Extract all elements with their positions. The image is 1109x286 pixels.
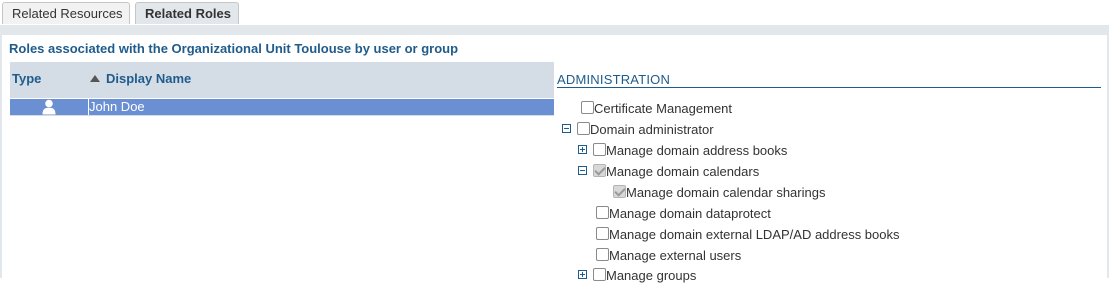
sort-ascending-icon (90, 75, 100, 82)
grid-bottom-border (10, 115, 554, 116)
tab-related-resources[interactable]: Related Resources (2, 2, 130, 24)
display-name-cell: John Doe (89, 99, 145, 114)
tree-item-label: Manage external users (609, 248, 742, 263)
tree-item-label: Domain administrator (590, 122, 714, 137)
column-header-display-name-label: Display Name (106, 71, 192, 86)
tab-bar: Related Resources Related Roles (0, 0, 1109, 26)
column-header-display-name[interactable]: Display Name (90, 62, 191, 98)
tree-item-label: Manage groups (606, 268, 697, 283)
tab-panel-top-border (0, 25, 1109, 35)
tree-item-label: Certificate Management (594, 101, 733, 116)
collapse-icon[interactable] (578, 166, 587, 175)
roles-grid-header: Type Display Name (10, 62, 554, 98)
domain-administrator-checkbox[interactable] (577, 122, 590, 135)
administration-header: ADMINISTRATION (557, 72, 1101, 88)
user-icon (42, 99, 56, 115)
manage-domain-calendars-checkbox[interactable] (593, 164, 606, 177)
manage-domain-external-ldap-checkbox[interactable] (596, 227, 609, 240)
manage-external-users-checkbox[interactable] (596, 248, 609, 261)
tree-item-label: Manage domain dataprotect (609, 206, 771, 221)
tree-item-label: Manage domain external LDAP/AD address b… (609, 227, 900, 242)
table-row[interactable]: John Doe (10, 99, 554, 115)
tree-item-label: Manage domain calendar sharings (626, 185, 826, 200)
manage-domain-dataprotect-checkbox[interactable] (596, 206, 609, 219)
manage-groups-checkbox[interactable] (593, 268, 606, 281)
tree-item-label: Manage domain calendars (606, 164, 760, 179)
collapse-icon[interactable] (562, 124, 571, 133)
panel-left-border (0, 35, 2, 278)
certificate-management-checkbox[interactable] (581, 101, 594, 114)
column-header-type[interactable]: Type (12, 62, 88, 98)
tab-related-roles[interactable]: Related Roles (135, 2, 239, 24)
section-title: Roles associated with the Organizational… (9, 41, 459, 56)
type-cell (10, 99, 88, 115)
manage-domain-calendar-sharings-checkbox[interactable] (613, 185, 626, 198)
manage-domain-address-books-checkbox[interactable] (593, 143, 606, 156)
tree-item-label: Manage domain address books (606, 143, 788, 158)
expand-icon[interactable] (578, 145, 587, 154)
